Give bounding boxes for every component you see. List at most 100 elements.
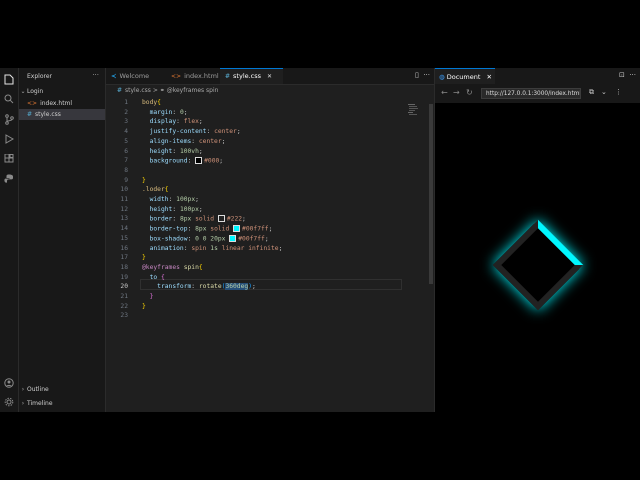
line-number: 14 (120, 225, 128, 233)
code-line[interactable]: border: 8px solid #222; (142, 215, 246, 223)
breadcrumb-separator: > (152, 87, 158, 94)
breadcrumb-file[interactable]: style.css (125, 87, 151, 94)
code-line[interactable]: border-top: 8px solid #00f7ff; (142, 225, 272, 233)
line-number: 1 (124, 99, 128, 106)
tab-index-html[interactable]: <> index.html (166, 68, 225, 84)
code-line[interactable]: justify-content: center; (142, 128, 241, 135)
page-viewport (435, 103, 640, 412)
symbol-icon: ⚭ (159, 87, 165, 94)
code-line[interactable]: transform: rotate(360deg); (142, 283, 256, 291)
line-number: 7 (124, 157, 128, 165)
code-line[interactable]: } (142, 293, 154, 300)
back-icon[interactable]: ← (441, 88, 448, 97)
code-line[interactable]: to { (142, 274, 165, 281)
outline-label: Outline (27, 386, 49, 393)
line-number: 11 (120, 196, 128, 203)
explorer-icon[interactable] (3, 73, 15, 85)
chevron-right-icon: › (21, 400, 25, 407)
url-input[interactable]: http://127.0.0.1:3000/index.html... (481, 88, 581, 99)
source-control-icon[interactable] (3, 113, 15, 125)
vscode-icon: ≺ (111, 72, 117, 80)
tab-document[interactable]: ◍ Document ✕ (435, 68, 495, 84)
gear-icon[interactable] (3, 396, 15, 408)
html-icon: <> (171, 73, 182, 80)
browser-icon: ◍ (439, 73, 445, 81)
editor-tabs: ≺ Welcome <> index.html # style.css ✕ ▯ ··· (106, 68, 434, 85)
css-icon: # (117, 87, 123, 94)
timeline-section[interactable]: › Timeline (19, 398, 105, 409)
line-number: 18 (120, 263, 128, 271)
spinner-loader (492, 219, 584, 311)
line-number: 19 (120, 273, 128, 281)
chevron-down-icon: ⌄ (20, 88, 26, 95)
breadcrumb: # style.css > ⚭ @keyframes spin (106, 85, 434, 96)
line-number: 12 (120, 205, 128, 213)
folder-login[interactable]: ⌄Login (19, 86, 105, 97)
tab-label: Welcome (119, 72, 150, 80)
code-line[interactable]: } (142, 303, 146, 310)
file-label: index.html (40, 100, 73, 107)
python-icon[interactable] (3, 173, 15, 185)
browser-preview: ◍ Document ✕ ⊡ ··· ← → ↻ http://127.0.0.… (435, 68, 640, 412)
code-line[interactable]: height: 100vh; (142, 148, 203, 155)
close-icon[interactable]: ✕ (267, 73, 272, 80)
outline-section[interactable]: › Outline (19, 384, 105, 395)
explorer-title: Explorer (27, 73, 52, 80)
more-actions-icon[interactable]: ··· (92, 71, 99, 79)
css-icon: # (225, 73, 231, 80)
file-style-css[interactable]: # style.css (19, 109, 105, 120)
code-line[interactable]: } (142, 177, 146, 184)
tab-label: index.html (184, 72, 219, 80)
code-line[interactable]: body{ (142, 99, 161, 106)
tab-label: style.css (233, 72, 262, 80)
split-editor-icon[interactable]: ▯ ··· (415, 71, 430, 79)
code-line[interactable]: } (142, 254, 146, 261)
minimap[interactable] (408, 104, 418, 116)
line-number: 3 (124, 118, 128, 126)
code-line[interactable]: align-items: center; (142, 138, 226, 145)
account-icon[interactable] (3, 377, 15, 389)
line-number: 4 (124, 128, 128, 136)
code-line[interactable]: margin: 0; (142, 109, 188, 116)
chevron-right-icon: › (21, 386, 25, 393)
close-icon[interactable]: ✕ (487, 73, 492, 81)
line-number: 16 (120, 244, 128, 252)
lock-icon[interactable]: ⊡ ··· (619, 71, 636, 79)
editor-scrollbar[interactable] (429, 104, 433, 284)
line-number: 21 (120, 293, 128, 300)
tab-welcome[interactable]: ≺ Welcome (106, 68, 171, 84)
code-line[interactable]: display: flex; (142, 118, 203, 125)
file-index-html[interactable]: <> index.html (19, 98, 105, 109)
line-number: 2 (124, 108, 128, 116)
vscode-window: Explorer ··· ⌄Login <> index.html # style.… (0, 68, 640, 412)
extensions-icon[interactable] (3, 153, 15, 165)
code-line[interactable]: height: 100px; (142, 206, 203, 213)
code-editor[interactable]: 1 body{ 2 margin: 0; 3 display: flex; 4 just… (106, 96, 434, 412)
reload-icon[interactable]: ↻ (466, 88, 473, 97)
activity-bar (0, 68, 19, 412)
breadcrumb-symbol[interactable]: @keyframes spin (167, 87, 219, 94)
code-line[interactable]: background: #000; (142, 157, 223, 165)
line-number: 20 (120, 283, 128, 291)
folder-label: Login (27, 88, 44, 95)
code-line[interactable]: animation: spin 1s linear infinite; (142, 245, 283, 252)
line-number: 5 (124, 137, 128, 145)
chevron-down-icon[interactable]: ⌄ (601, 88, 607, 96)
open-external-icon[interactable]: ⧉ (589, 88, 594, 97)
code-line[interactable]: @keyframes spin{ (142, 264, 203, 271)
line-number: 13 (120, 215, 128, 223)
forward-icon[interactable]: → (453, 88, 460, 97)
code-line[interactable]: width: 100px; (142, 196, 199, 203)
line-number: 23 (120, 312, 128, 320)
line-number: 15 (120, 234, 128, 242)
search-icon[interactable] (3, 93, 15, 105)
code-line[interactable]: box-shadow: 0 0 20px #00f7ff; (142, 234, 269, 242)
more-actions-icon[interactable]: ⋮ (615, 88, 622, 96)
line-number: 6 (124, 147, 128, 155)
tab-label: Document (446, 73, 481, 81)
tab-style-css[interactable]: # style.css ✕ (220, 68, 283, 84)
explorer-sidebar: Explorer ··· ⌄Login <> index.html # style.… (19, 68, 106, 412)
run-debug-icon[interactable] (3, 133, 15, 145)
code-line[interactable]: .loder{ (142, 186, 169, 193)
line-number: 10 (120, 186, 128, 194)
